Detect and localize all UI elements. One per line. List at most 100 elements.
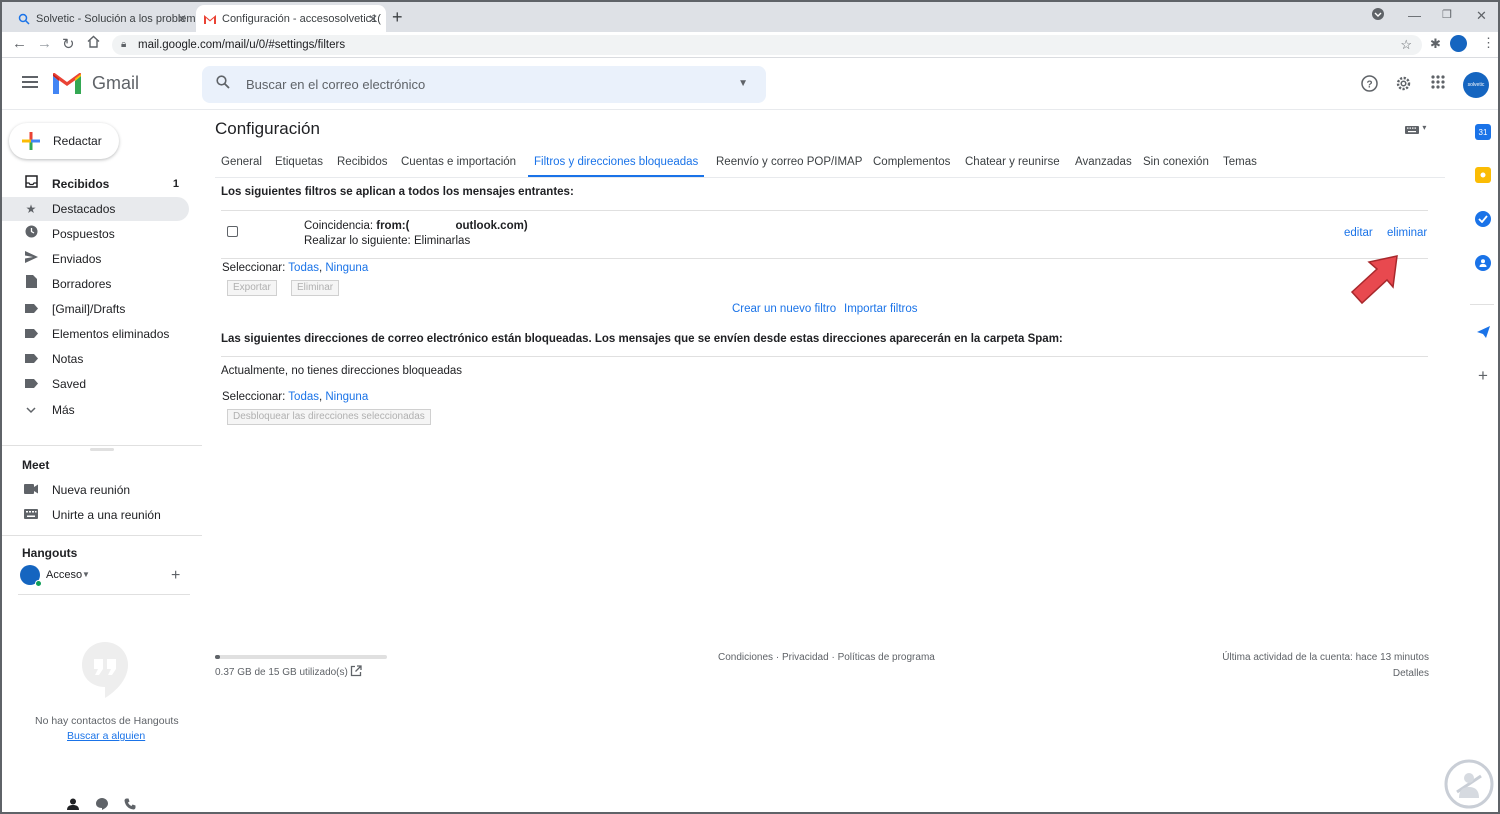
help-icon[interactable]: ? — [1361, 75, 1378, 97]
tasks-icon[interactable] — [1475, 211, 1491, 227]
main-menu-icon[interactable] — [22, 76, 38, 88]
browser-tab-solvetic[interactable]: Solvetic - Solución a los problem ✕ — [10, 5, 195, 32]
browser-menu-icon[interactable]: ⋮ — [1482, 35, 1495, 51]
search-input[interactable]: Buscar en el correo electrónico — [246, 77, 425, 92]
tab-addons[interactable]: Complementos — [873, 152, 950, 177]
sidebar-item-snoozed[interactable]: Pospuestos — [2, 222, 189, 246]
forward-icon[interactable]: → — [37, 35, 52, 52]
privacy-link[interactable]: Privacidad — [782, 652, 829, 663]
delete-filter-link[interactable]: eliminar — [1387, 227, 1427, 239]
find-someone-link[interactable]: Buscar a alguien — [67, 730, 145, 742]
back-icon[interactable]: ← — [12, 35, 27, 52]
sidebar-item-notes[interactable]: Notas — [2, 347, 189, 371]
tab-filters[interactable]: Filtros y direcciones bloqueadas — [528, 152, 705, 177]
tab-themes[interactable]: Temas — [1223, 152, 1257, 177]
sidebar-item-label: Borradores — [52, 277, 112, 291]
tab-accounts[interactable]: Cuentas e importación — [401, 152, 516, 177]
tab-offline[interactable]: Sin conexión — [1143, 152, 1209, 177]
contacts-tab[interactable] — [60, 792, 86, 812]
extensions-icon[interactable]: ✱ — [1430, 36, 1441, 52]
open-external-icon[interactable] — [350, 665, 362, 680]
profile-dropdown-icon[interactable] — [1372, 8, 1384, 23]
gmail-header: Gmail Buscar en el correo electrónico ▼ … — [2, 58, 1498, 110]
addon-send-icon[interactable] — [1475, 324, 1491, 340]
phone-icon[interactable] — [124, 798, 136, 810]
close-icon[interactable]: ✕ — [368, 12, 378, 26]
hangouts-user-name[interactable]: Acceso — [46, 569, 82, 581]
sidebar-item-sent[interactable]: Enviados — [2, 247, 189, 271]
browser-tab-gmail[interactable]: Configuración - accesosolvetic1( ✕ — [196, 5, 386, 32]
close-icon[interactable]: ✕ — [177, 12, 187, 26]
export-button[interactable]: Exportar — [227, 280, 277, 296]
minimize-icon[interactable]: — — [1408, 8, 1421, 23]
tab-advanced[interactable]: Avanzadas — [1075, 152, 1132, 177]
add-contact-icon[interactable]: + — [171, 567, 180, 585]
apps-grid-icon[interactable] — [1431, 75, 1445, 94]
sidebar-item-deleted-items[interactable]: Elementos eliminados — [2, 322, 189, 346]
meet-new-meeting[interactable]: Nueva reunión — [2, 478, 189, 502]
meet-section-title: Meet — [22, 458, 50, 472]
sidebar-item-starred[interactable]: ★ Destacados — [2, 197, 189, 221]
match-label: Coincidencia: — [304, 220, 374, 232]
no-blocked-text: Actualmente, no tienes direcciones bloqu… — [221, 365, 463, 377]
blocked-heading: Las siguientes direcciones de correo ele… — [221, 333, 1063, 345]
edit-filter-link[interactable]: editar — [1344, 227, 1373, 239]
sidebar-item-saved[interactable]: Saved — [2, 372, 189, 396]
tab-labels[interactable]: Etiquetas — [275, 152, 323, 177]
search-options-icon[interactable]: ▼ — [738, 78, 748, 89]
delete-filters-button[interactable]: Eliminar — [291, 280, 340, 296]
blocked-rule — [221, 356, 1428, 357]
gmail-logo-icon[interactable] — [53, 72, 81, 99]
resize-handle[interactable] — [90, 448, 114, 451]
get-addons-plus-icon[interactable]: + — [1475, 366, 1491, 385]
tab-general[interactable]: General — [221, 152, 262, 177]
compose-button[interactable]: Redactar — [9, 123, 119, 159]
import-filters-link[interactable]: Importar filtros — [844, 303, 918, 315]
select-none-link[interactable]: Ninguna — [325, 391, 368, 403]
select-all-link[interactable]: Todas — [288, 262, 319, 274]
unblock-button[interactable]: Desbloquear las direcciones seleccionada… — [227, 409, 431, 425]
home-icon[interactable] — [87, 35, 100, 52]
red-arrow-annotation — [1350, 255, 1398, 305]
search-icon[interactable] — [216, 75, 230, 93]
restore-icon[interactable]: ❐ — [1442, 8, 1452, 21]
bookmark-star-icon[interactable]: ☆ — [1400, 35, 1412, 55]
contacts-icon[interactable] — [1475, 255, 1491, 271]
details-link[interactable]: Detalles — [1393, 668, 1429, 679]
reload-icon[interactable]: ↻ — [62, 35, 75, 53]
search-bar[interactable]: Buscar en el correo electrónico ▼ — [202, 66, 766, 103]
chat-bubble-icon[interactable] — [96, 798, 108, 810]
new-tab-icon[interactable]: + — [392, 7, 403, 28]
meet-join-meeting[interactable]: Unirte a una reunión — [2, 503, 189, 527]
account-avatar[interactable]: solvetic — [1463, 72, 1489, 98]
select-all-link[interactable]: Todas — [288, 391, 319, 403]
address-bar[interactable]: 🔒︎ mail.google.com/mail/u/0/#settings/fi… — [112, 35, 1422, 55]
hangouts-user[interactable] — [20, 565, 42, 587]
calendar-icon[interactable]: 31 — [1475, 124, 1491, 140]
sidebar-item-drafts[interactable]: Borradores — [2, 272, 189, 296]
browser-profile-avatar[interactable] — [1450, 35, 1467, 52]
filter-checkbox[interactable] — [227, 226, 238, 237]
tab-forwarding[interactable]: Reenvío y correo POP/IMAP — [716, 152, 862, 177]
status-dropdown-icon[interactable]: ▼ — [82, 570, 90, 579]
person-icon — [67, 798, 79, 810]
policies-link[interactable]: Políticas de programa — [838, 652, 935, 663]
terms-link[interactable]: Condiciones — [718, 652, 773, 663]
meet-new-meeting-label: Nueva reunión — [52, 483, 131, 497]
keep-icon[interactable] — [1475, 167, 1491, 183]
tab-inbox[interactable]: Recibidos — [337, 152, 388, 177]
sidebar-item-inbox[interactable]: Recibidos 1 — [2, 172, 189, 196]
tab-chat[interactable]: Chatear y reunirse — [965, 152, 1060, 177]
keyboard-icon — [23, 503, 39, 527]
close-window-icon[interactable]: ✕ — [1476, 8, 1487, 24]
rail-divider — [1470, 304, 1494, 305]
input-tools-icon[interactable]: ▾ — [1405, 123, 1426, 137]
select-none-link[interactable]: Ninguna — [325, 262, 368, 274]
action-value: Eliminarlas — [413, 235, 471, 247]
settings-gear-icon[interactable] — [1395, 75, 1412, 97]
filters-heading: Los siguientes filtros se aplican a todo… — [221, 186, 574, 198]
sidebar-item-more[interactable]: Más — [2, 398, 189, 422]
sidebar-item-gmail-drafts[interactable]: [Gmail]/Drafts — [2, 297, 189, 321]
create-filter-link[interactable]: Crear un nuevo filtro — [732, 303, 836, 315]
chevron-down-icon — [23, 398, 39, 422]
